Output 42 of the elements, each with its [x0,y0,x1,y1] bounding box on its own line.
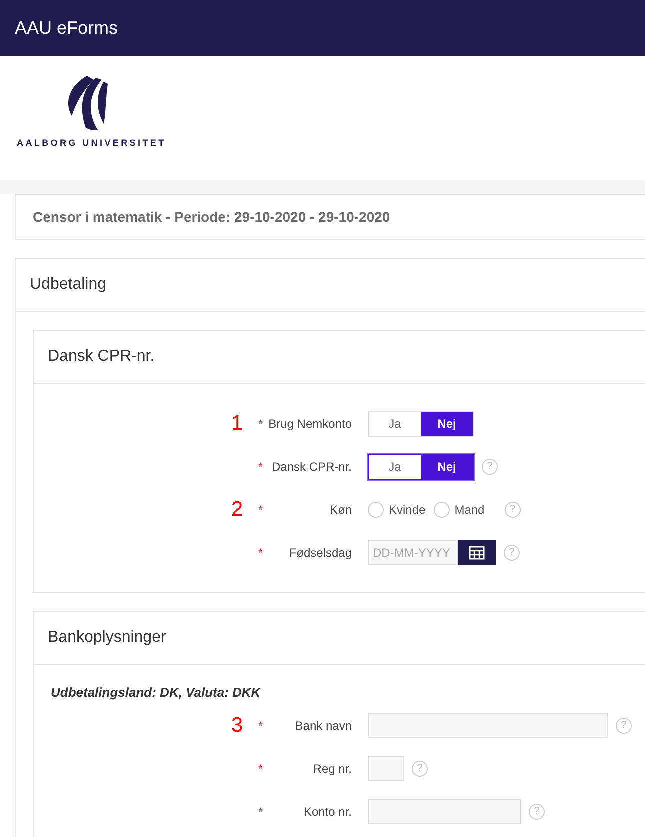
field-label: Dansk CPR-nr. [272,460,353,474]
field-label: Fødselsdag [289,546,353,560]
help-button[interactable]: ? [616,718,632,734]
radio-button[interactable] [368,502,384,518]
help-button[interactable]: ? [504,502,521,518]
toggle-option[interactable]: Nej [421,454,473,478]
required-mark: * [257,416,264,430]
text-field[interactable] [368,756,404,781]
card-subtitle: Udbetalingsland: DK, Valuta: DKK [51,685,262,700]
radio-button[interactable] [434,502,450,518]
required-mark: * [257,762,264,776]
required-mark: * [257,718,264,732]
field-label: Reg nr. [313,762,353,776]
radio-label: Mand [454,502,485,516]
field-label: Køn [330,502,353,516]
annotation-number: 3 [230,714,244,738]
text-field[interactable] [368,799,521,824]
required-mark: * [257,502,264,516]
required-mark: * [257,804,264,818]
date-field[interactable]: DD-MM-YYYY [368,540,458,565]
text-field[interactable] [368,713,608,738]
field-label: Bank navn [295,718,353,732]
toggle-option[interactable]: Nej [421,412,473,436]
help-button[interactable]: ? [529,804,545,820]
calendar-button[interactable] [458,540,496,565]
help-button[interactable]: ? [504,544,520,560]
card-title: Bankoplysninger [48,629,166,647]
help-button[interactable]: ? [412,760,428,776]
help-button[interactable]: ? [482,458,498,474]
app-title: AAU eForms [15,18,118,38]
section-title: Udbetaling [30,276,106,294]
radio-label: Kvinde [389,502,426,516]
field-label: Konto nr. [304,804,353,818]
calendar-icon [469,546,485,560]
card-title: Dansk CPR-nr. [48,348,155,366]
required-mark: * [257,460,264,474]
logo-text: AALBORG UNIVERSITET [17,138,168,148]
field-label: Brug Nemkonto [268,416,353,430]
required-mark: * [257,546,264,560]
annotation-number: 1 [230,412,244,436]
summary-text: Censor i matematik - Periode: 29-10-2020 - 29-10-2020 [32,208,392,227]
annotation-number: 2 [230,498,244,522]
